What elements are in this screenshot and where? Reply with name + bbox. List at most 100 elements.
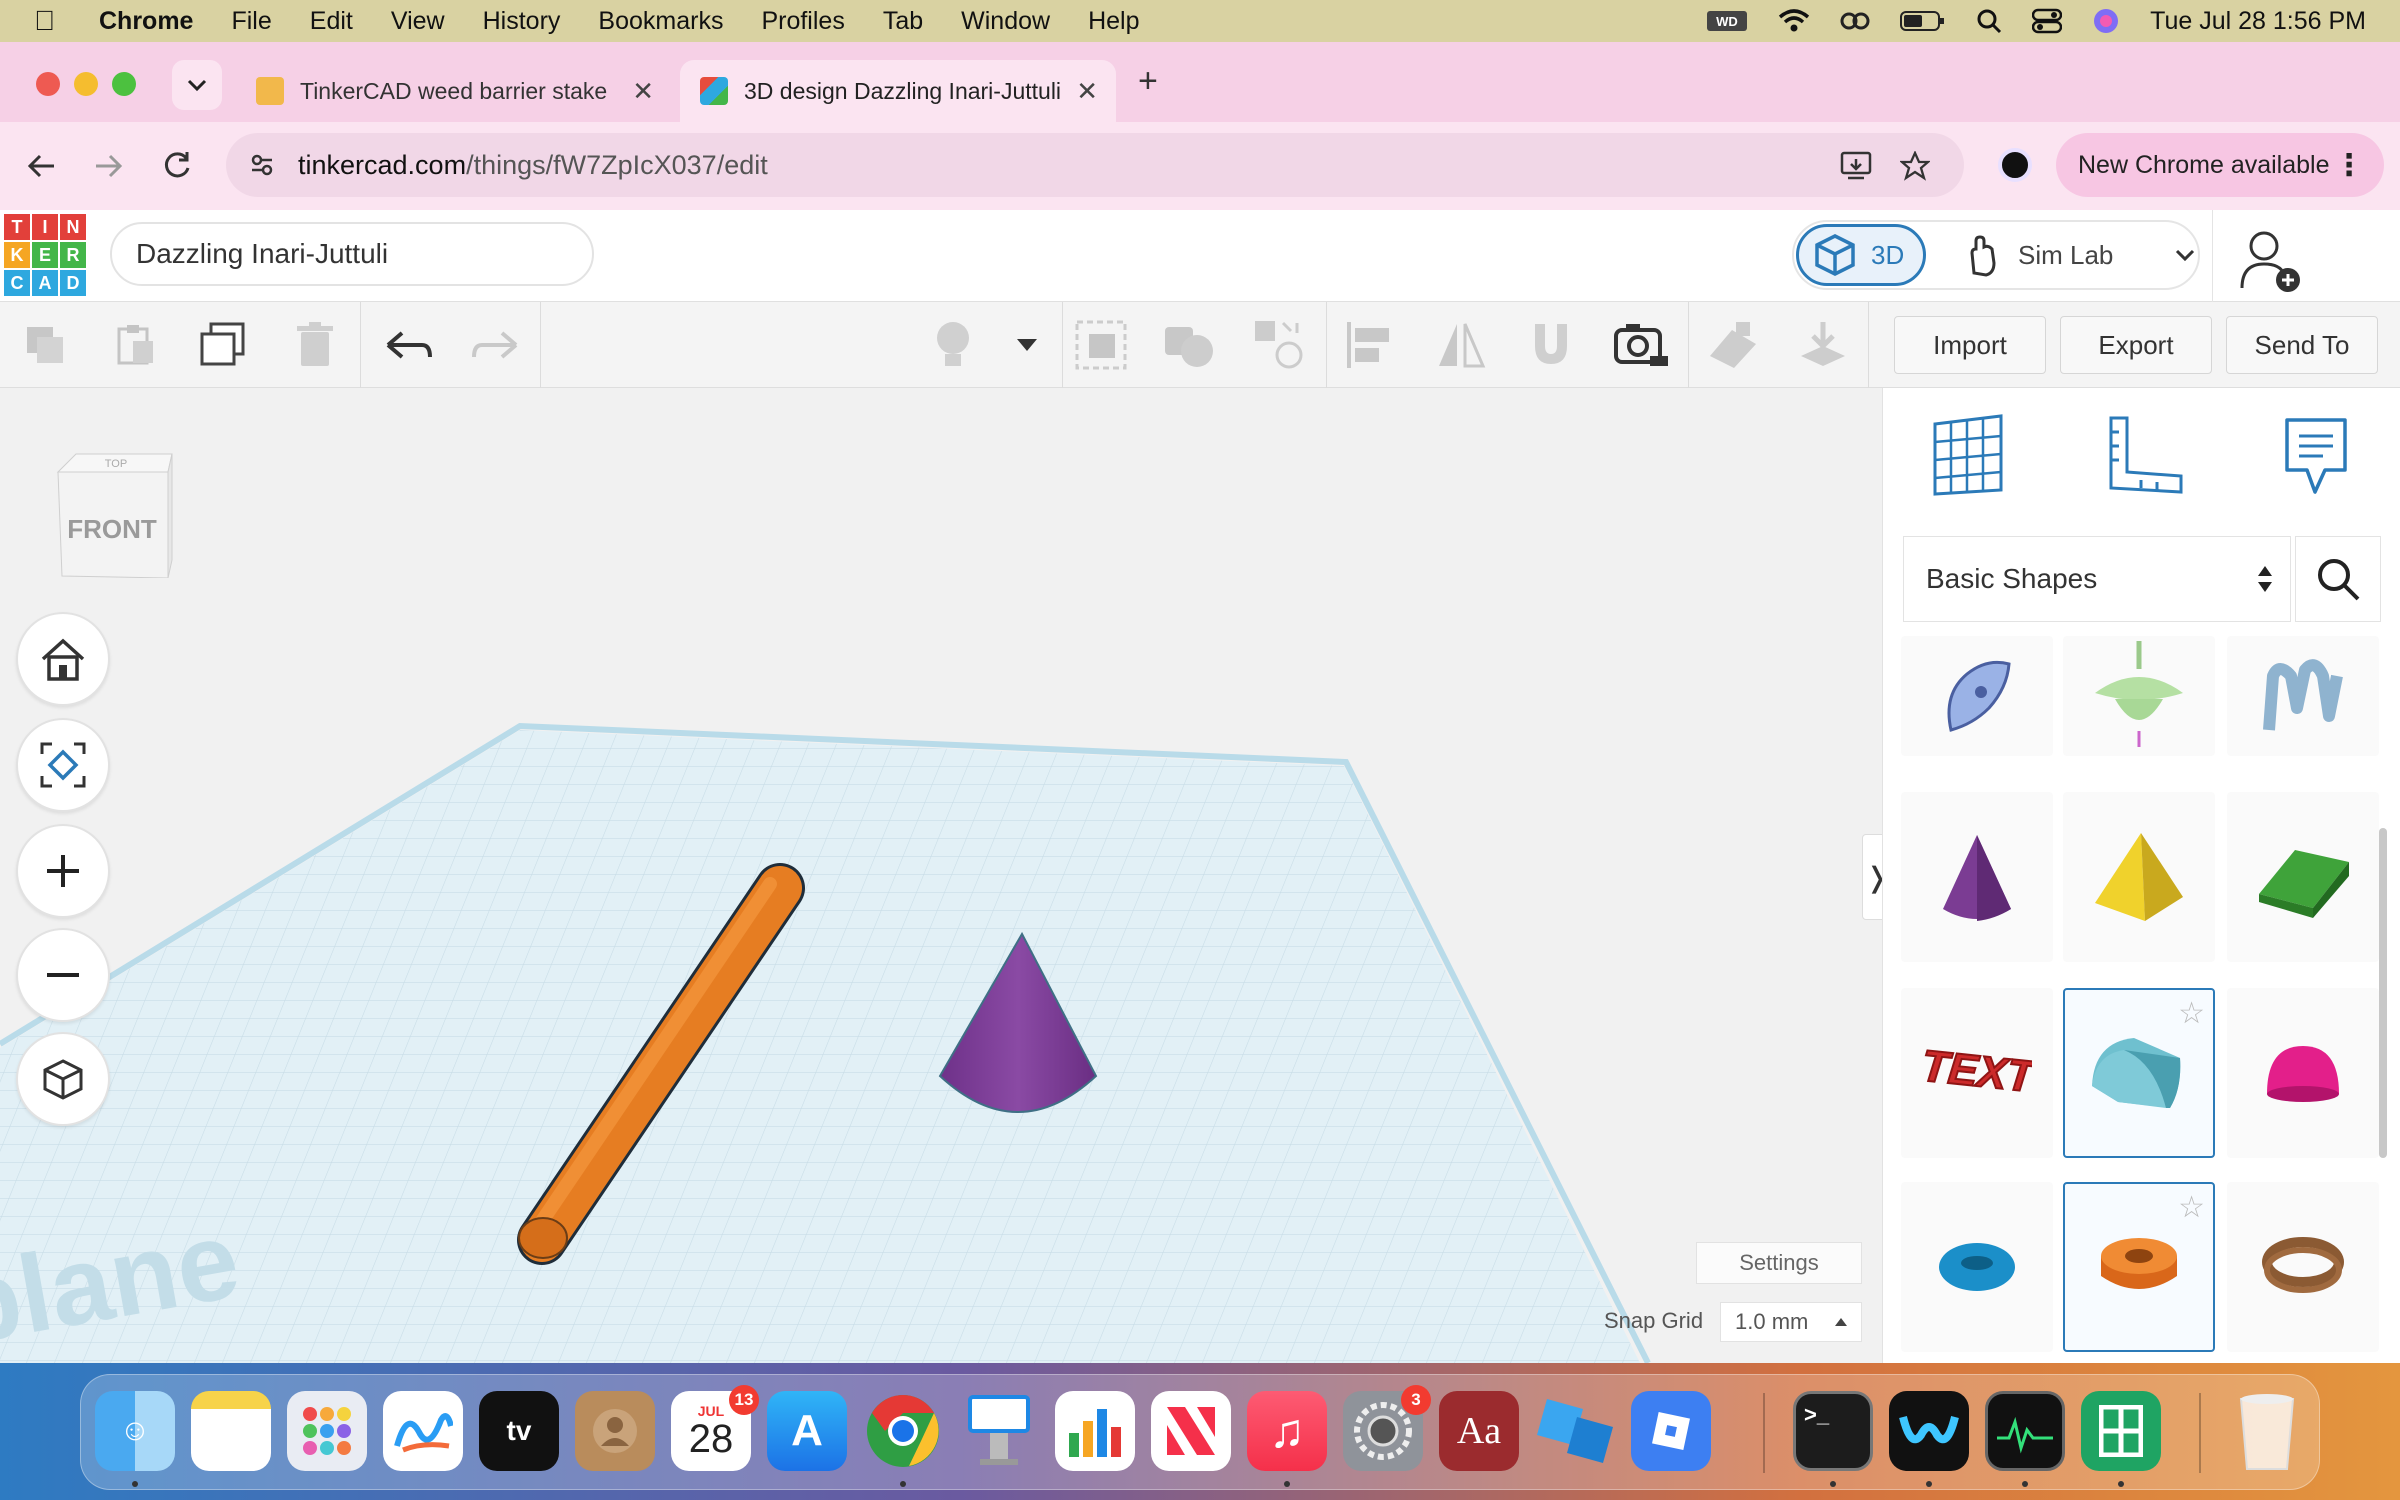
perspective-toggle-button[interactable] [16,1032,110,1126]
webex-icon[interactable] [1889,1391,1969,1471]
shape-text[interactable]: TEXT [1901,988,2053,1158]
undo-button[interactable] [380,318,434,372]
profile-avatar[interactable] [1998,148,2032,182]
menu-bookmarks[interactable]: Bookmarks [598,7,723,36]
shape-hemisphere[interactable] [2227,988,2379,1158]
install-app-icon[interactable] [1840,151,1872,181]
window-close-button[interactable] [36,72,60,96]
shape-scribble[interactable] [1901,636,2053,756]
menu-history[interactable]: History [483,7,561,36]
music-icon[interactable]: ♫ [1247,1391,1327,1471]
send-to-button[interactable]: Send To [2226,316,2378,374]
spotlight-search-icon[interactable] [1976,8,2002,34]
chrome-icon[interactable] [863,1391,943,1471]
shape-tube[interactable]: ☆ [2063,1182,2215,1352]
align-button[interactable] [1344,318,1398,372]
back-arrow-icon[interactable] [26,152,56,180]
menu-help[interactable]: Help [1088,7,1139,36]
menu-app-name[interactable]: Chrome [99,7,193,36]
close-tab-icon[interactable]: ✕ [632,76,654,107]
window-zoom-button[interactable] [112,72,136,96]
duplicate-button[interactable] [196,318,250,372]
freeform-icon[interactable] [383,1391,463,1471]
notes-icon[interactable] [2281,414,2351,498]
shape-half-cylinder[interactable]: ☆ [2063,988,2215,1158]
close-tab-icon[interactable]: ✕ [1076,76,1098,107]
news-icon[interactable] [1151,1391,1231,1471]
add-user-icon[interactable] [2240,228,2304,294]
ungroup-button[interactable] [1162,318,1216,372]
mirror-button[interactable] [1434,318,1488,372]
roblox-icon[interactable] [1631,1391,1711,1471]
shape-torus[interactable] [1901,1182,2053,1352]
new-tab-button[interactable]: + [1138,62,1158,101]
launchpad-icon[interactable] [287,1391,367,1471]
import-button[interactable]: Import [1894,316,2046,374]
zoom-out-button[interactable] [16,928,110,1022]
shape-cone[interactable] [1901,792,2053,962]
apple-icon[interactable]:  [34,5,55,37]
shapes-category-select[interactable]: Basic Shapes [1903,536,2291,622]
app-store-icon[interactable]: A [767,1391,847,1471]
ruler-icon[interactable] [2101,414,2185,498]
system-settings-icon[interactable]: 3 [1343,1385,1431,1471]
grid-view-icon[interactable] [1929,414,2007,498]
workplane-tool-button[interactable] [1706,318,1760,372]
tab-search-button[interactable] [172,60,222,110]
shapes-search-button[interactable] [2295,536,2381,622]
notes-light-button[interactable] [926,318,980,372]
drop-button[interactable] [1796,318,1850,372]
menu-tab[interactable]: Tab [883,7,923,36]
shape-scribble-n[interactable] [2227,636,2379,756]
export-button[interactable]: Export [2060,316,2212,374]
site-settings-icon[interactable] [250,153,274,177]
finder-icon[interactable]: ☺ [95,1391,175,1471]
roblox-studio-icon[interactable] [1535,1391,1615,1471]
menu-profiles[interactable]: Profiles [761,7,844,36]
workplane-viewport[interactable]: plane TOP FRONT Settings Snap Grid 1.0 m… [0,388,1882,1363]
panel-scrollbar[interactable] [2379,828,2387,1158]
paste-button[interactable] [108,318,162,372]
new-chrome-available-button[interactable]: New Chrome available ⋮ [2056,133,2384,197]
wd-drive-icon[interactable]: WD [1706,8,1748,34]
notes-dropdown-button[interactable] [1000,318,1054,372]
butterfly-app-icon[interactable] [1840,8,1870,34]
favorite-star-icon[interactable]: ☆ [2178,1190,2205,1225]
terminal-icon[interactable]: >_ [1793,1391,1873,1471]
3d-mode-button[interactable]: 3D [1796,224,1926,286]
dictionary-icon[interactable]: Aa [1439,1391,1519,1471]
more-menu-icon[interactable]: ⋮ [2334,148,2364,183]
window-minimize-button[interactable] [74,72,98,96]
ruler-tool-button[interactable] [1614,318,1668,372]
battery-icon[interactable] [1900,9,1946,33]
redo-button[interactable] [470,318,524,372]
activity-monitor-icon[interactable] [1985,1391,2065,1471]
view-cube[interactable]: TOP FRONT [52,448,174,579]
snap-grid-select[interactable]: 1.0 mm [1720,1302,1862,1342]
group-button[interactable] [1074,318,1128,372]
tab-weed-barrier[interactable]: TinkerCAD weed barrier stake ✕ [236,60,672,122]
copy-button[interactable] [18,318,72,372]
favorite-star-icon[interactable]: ☆ [2178,996,2205,1031]
shape-ring[interactable] [2227,1182,2379,1352]
apple-tv-icon[interactable]: tv [479,1391,559,1471]
menu-view[interactable]: View [391,7,445,36]
menu-window[interactable]: Window [961,7,1050,36]
chevron-down-icon[interactable] [2175,248,2195,262]
design-title-field[interactable]: Dazzling Inari-Juttuli [110,222,594,286]
contacts-icon[interactable] [575,1391,655,1471]
sim-lab-button[interactable]: Sim Lab [1964,222,2195,288]
address-bar[interactable]: tinkercad.com/things/fW7ZpIcX037/edit [226,133,1964,197]
bookmark-star-icon[interactable] [1900,151,1930,181]
reload-icon[interactable] [162,150,192,180]
workplane-settings-button[interactable]: Settings [1696,1242,1862,1284]
notes-app-icon[interactable] [191,1391,271,1471]
control-center-icon[interactable] [2032,8,2063,34]
keynote-icon[interactable] [959,1391,1039,1471]
menu-clock[interactable]: Tue Jul 28 1:56 PM [2150,7,2366,36]
shape-roof[interactable] [2227,792,2379,962]
tab-3d-design[interactable]: 3D design Dazzling Inari-Juttuli ✕ [680,60,1116,122]
zoom-in-button[interactable] [16,824,110,918]
home-view-button[interactable] [16,612,110,706]
tinkercad-logo[interactable]: T I N K E R C A D [4,214,86,296]
